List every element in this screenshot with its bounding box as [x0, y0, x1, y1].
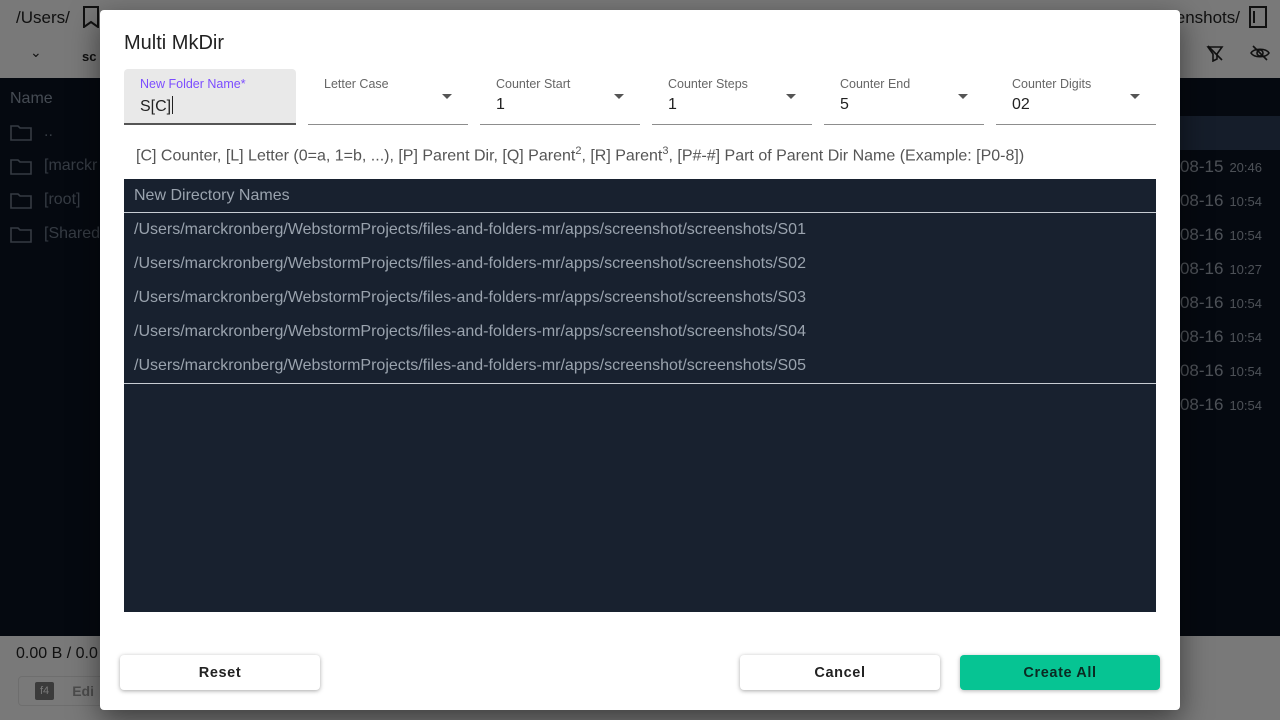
- placeholder-hint: [C] Counter, [L] Letter (0=a, 1=b, ...),…: [136, 145, 1025, 165]
- table-row: /Users/marckronberg/WebstormProjects/fil…: [134, 255, 806, 272]
- counter-digits-select[interactable]: Counter Digits 02: [996, 69, 1156, 125]
- counter-start-label: Counter Start: [496, 77, 571, 91]
- counter-start-select[interactable]: Counter Start 1: [480, 69, 640, 125]
- folder-name-input[interactable]: New Folder Name* S[C]: [124, 69, 296, 125]
- dialog-title: Multi MkDir: [124, 32, 224, 54]
- table-row: /Users/marckronberg/WebstormProjects/fil…: [134, 289, 806, 306]
- table-row: /Users/marckronberg/WebstormProjects/fil…: [134, 221, 806, 238]
- counter-end-select[interactable]: Counter End 5: [824, 69, 984, 125]
- dropdown-arrow-icon: [1130, 94, 1140, 99]
- table-row: /Users/marckronberg/WebstormProjects/fil…: [134, 323, 806, 340]
- table-row: /Users/marckronberg/WebstormProjects/fil…: [134, 357, 806, 374]
- letter-case-select[interactable]: Letter Case: [308, 69, 468, 125]
- letter-case-label: Letter Case: [324, 77, 389, 91]
- counter-steps-value: 1: [668, 96, 677, 113]
- table-body: /Users/marckronberg/WebstormProjects/fil…: [124, 213, 1156, 384]
- folder-name-label: New Folder Name*: [140, 77, 246, 91]
- text-cursor: [172, 96, 174, 114]
- dropdown-arrow-icon: [442, 94, 452, 99]
- counter-end-label: Counter End: [840, 77, 911, 91]
- counter-end-value: 5: [840, 96, 849, 113]
- counter-start-value: 1: [496, 96, 505, 113]
- table-header: New Directory Names: [124, 179, 1156, 213]
- counter-digits-value: 02: [1012, 96, 1030, 113]
- dropdown-arrow-icon: [786, 94, 796, 99]
- create-all-button[interactable]: Create All: [960, 655, 1160, 690]
- folder-name-value: S[C]: [140, 96, 174, 115]
- preview-table: New Directory Names /Users/marckronberg/…: [124, 179, 1156, 612]
- dropdown-arrow-icon: [958, 94, 968, 99]
- reset-button[interactable]: Reset: [120, 655, 320, 690]
- counter-steps-label: Counter Steps: [668, 77, 748, 91]
- counter-steps-select[interactable]: Counter Steps 1: [652, 69, 812, 125]
- multi-mkdir-dialog: Multi MkDir New Folder Name* S[C] Letter…: [100, 10, 1180, 710]
- cancel-button[interactable]: Cancel: [740, 655, 940, 690]
- dropdown-arrow-icon: [614, 94, 624, 99]
- counter-digits-label: Counter Digits: [1012, 77, 1092, 91]
